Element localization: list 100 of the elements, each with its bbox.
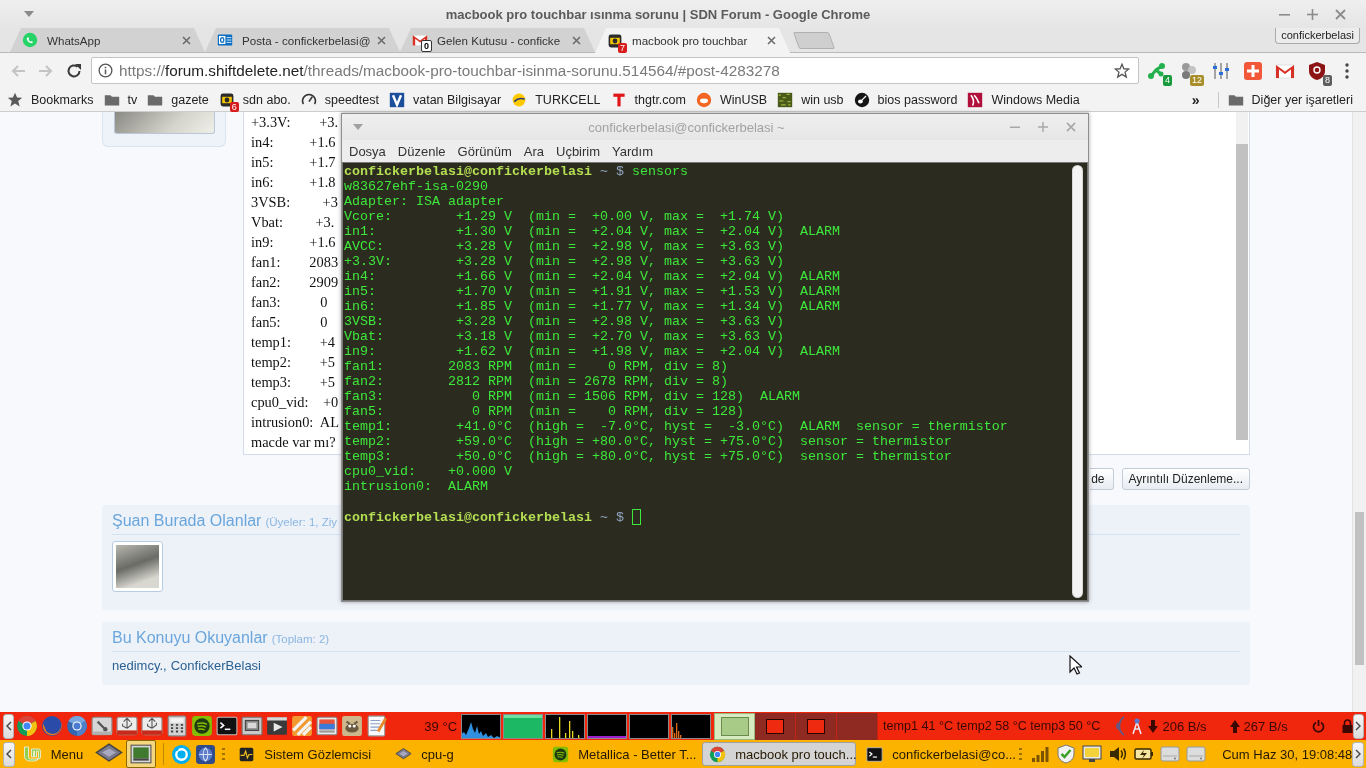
scroll-left-button[interactable]: [3, 713, 15, 739]
profile-button[interactable]: confickerbelasi: [1275, 28, 1360, 44]
clapperboard-icon[interactable]: [291, 715, 314, 737]
scroll-right-button[interactable]: [1352, 741, 1364, 767]
scrollbar[interactable]: [1072, 165, 1083, 598]
browser-tab[interactable]: 0 Gelen Kutusu - conficke: [400, 28, 595, 52]
molecule-icon[interactable]: [1147, 60, 1167, 81]
browser-tab[interactable]: 7 macbook pro touchbar: [595, 28, 790, 53]
menu-item[interactable]: Görünüm: [457, 143, 512, 159]
taskbar-item[interactable]: Sistem Gözlemcisi: [231, 742, 386, 766]
menu-item[interactable]: Düzenle: [397, 143, 446, 159]
form-button[interactable]: Ayrıntılı Düzenleme...: [1121, 468, 1250, 490]
bookmark-folder[interactable]: Diğer yer işaretleri: [1222, 88, 1358, 111]
plus-icon[interactable]: [1243, 60, 1263, 81]
bookmark-item[interactable]: speedtest: [295, 88, 384, 111]
count-badge: 0: [421, 40, 432, 52]
browser-icon[interactable]: [66, 715, 89, 737]
close-icon[interactable]: [1335, 8, 1346, 20]
workspace-thumbnail[interactable]: [837, 712, 879, 740]
workspace-thumbnail[interactable]: [796, 712, 838, 740]
notepad-icon[interactable]: [366, 715, 389, 737]
play-icon[interactable]: [266, 715, 289, 737]
taskbar-item[interactable]: macbook pro touch...: [702, 742, 857, 766]
bookmark-item[interactable]: gazete: [142, 88, 214, 111]
close-icon[interactable]: [572, 35, 581, 45]
bookmark-item[interactable]: Bookmarks: [2, 88, 99, 111]
sliders-icon[interactable]: [1211, 60, 1231, 81]
bookmark-item[interactable]: TURKCELL: [506, 88, 606, 111]
menu-item[interactable]: Uçbirim: [556, 143, 601, 159]
volume-icon[interactable]: [1108, 744, 1129, 764]
maximize-icon[interactable]: [1307, 8, 1318, 20]
globe-icon[interactable]: [195, 743, 217, 765]
bookmark-item[interactable]: WinUSB: [690, 88, 773, 111]
user-link[interactable]: nedimcy.: [112, 658, 164, 673]
caret-icon[interactable]: [353, 124, 363, 130]
post-text-line: in5: +1.7: [251, 153, 336, 172]
menu-item[interactable]: Ara: [523, 143, 544, 159]
address-field[interactable]: https://forum.shiftdelete.net/threads/macbook-pro-touchbar-isinma-sorunu.514564/#post-4283278: [91, 57, 1139, 84]
calculator-icon[interactable]: [166, 715, 189, 737]
menu-icon[interactable]: [1345, 62, 1349, 79]
scroll-left-button[interactable]: [3, 741, 15, 767]
browser-tab[interactable]: WhatsApp: [10, 28, 205, 52]
monitor-icon[interactable]: [130, 743, 153, 765]
menu-item[interactable]: Yardım: [612, 143, 653, 159]
clock-text[interactable]: Cum Haz 30, 19:08:48: [1222, 746, 1353, 762]
system-monitor-graph[interactable]: [629, 713, 670, 739]
lock-icon[interactable]: [1341, 719, 1353, 733]
paint-tool-icon[interactable]: [341, 715, 364, 737]
toolbox-icon[interactable]: [91, 715, 114, 737]
system-monitor-graph[interactable]: [587, 713, 628, 739]
taskbar-item[interactable]: confickerbelasi@co...: [859, 742, 1014, 766]
form-button[interactable]: de: [1089, 468, 1114, 490]
bookmark-item[interactable]: Windows Media: [962, 88, 1085, 111]
drag-handle-icon[interactable]: [1019, 748, 1023, 760]
scroll-right-button[interactable]: [1352, 713, 1364, 739]
workspace-thumbnail[interactable]: [714, 712, 756, 740]
bookmark-item[interactable]: thgtr.com: [605, 88, 691, 111]
caret-icon[interactable]: [24, 11, 34, 17]
browser-icon[interactable]: [41, 715, 64, 737]
taskbar-item[interactable]: cpu-g: [388, 742, 543, 766]
bookmark-item[interactable]: vatan Bilgisayar: [384, 88, 507, 111]
scrollbar[interactable]: [1352, 112, 1366, 712]
drag-handle-icon[interactable]: [222, 748, 226, 760]
usb-drive-icon[interactable]: [116, 715, 139, 737]
antenna-icon[interactable]: [1130, 717, 1145, 735]
bookmark-star-icon[interactable]: [1114, 62, 1130, 79]
display-icon[interactable]: [1082, 744, 1103, 764]
close-icon[interactable]: [767, 36, 776, 45]
message-editor[interactable]: +3.3V: +3. in4: +1.6 in5: +1.7 in6: +1.8 3VSB: +3 Vbat: +3. in9: +1.6 fan1: 2083 fan2: 2909 fan3: 0 fan5: 0 temp1: +4 temp2: +5 temp3: +5 cpu0_vid: +0 intrusion0: AL macde var mı?: [243, 112, 341, 455]
menu-item[interactable]: Dosya: [349, 143, 386, 159]
close-icon[interactable]: [377, 35, 387, 45]
workspace-thumbnail[interactable]: [755, 712, 797, 740]
taskbar-item[interactable]: Metallica - Better T...: [545, 742, 700, 766]
bookmark-item[interactable]: bios password: [848, 88, 963, 111]
scrollbar-thumb[interactable]: [1355, 512, 1364, 665]
reload-icon[interactable]: [66, 62, 82, 79]
menu-button[interactable]: Menu: [18, 744, 88, 764]
user-link[interactable]: ConfickerBelasi: [170, 658, 261, 673]
system-monitor-graph[interactable]: [545, 713, 586, 739]
shield-icon[interactable]: [1307, 60, 1327, 81]
browser-icon[interactable]: [16, 715, 39, 737]
terminal-icon[interactable]: [216, 715, 239, 737]
usb-drive-icon[interactable]: [141, 715, 164, 737]
screen-capture-icon[interactable]: [241, 715, 264, 737]
post-text-line: in9: +1.6: [251, 233, 336, 252]
info-icon[interactable]: [98, 63, 113, 78]
system-monitor-graph[interactable]: [461, 713, 502, 739]
close-icon[interactable]: [182, 35, 191, 45]
more-bookmarks-button[interactable]: »: [1185, 91, 1206, 108]
system-monitor-graph[interactable]: [671, 713, 712, 739]
browser-tab[interactable]: Posta - confickerbelasi@: [205, 28, 400, 52]
power-icon[interactable]: [1311, 719, 1325, 733]
shield-check-icon[interactable]: [1056, 744, 1077, 764]
bookmark-item[interactable]: win usb: [772, 88, 849, 111]
image-icon[interactable]: [316, 715, 339, 737]
signal-icon[interactable]: [1030, 744, 1051, 764]
sound-waves-icon[interactable]: [191, 715, 214, 737]
bookmark-item[interactable]: 6 sdn abo.: [213, 88, 296, 111]
avatar-frame[interactable]: [112, 541, 163, 592]
bookmark-item[interactable]: tv: [98, 88, 143, 111]
